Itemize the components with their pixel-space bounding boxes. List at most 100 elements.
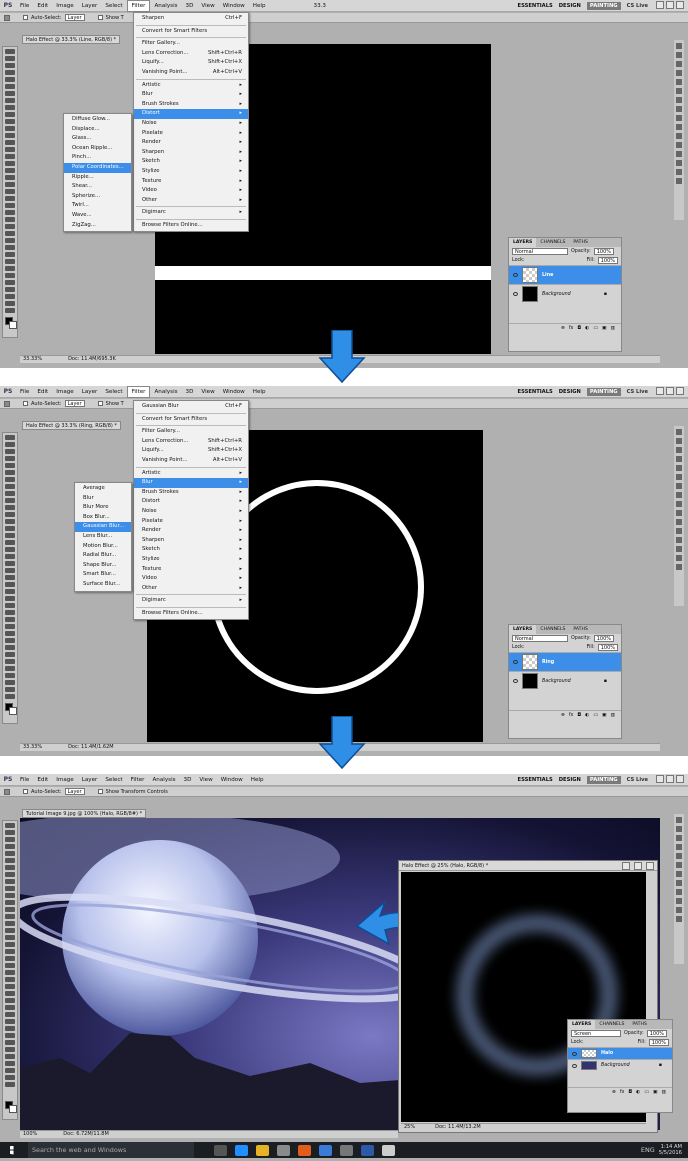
opacity-field[interactable]: 100% (646, 1030, 668, 1037)
tool-icon[interactable] (5, 252, 15, 257)
folder-icon[interactable]: ▭ (593, 711, 598, 719)
tool-icon[interactable] (5, 694, 15, 699)
workspace-essentials[interactable]: ESSENTIALS (518, 777, 553, 783)
auto-select-checkbox[interactable] (23, 401, 28, 406)
menu-item[interactable]: Sketch ▸ (134, 545, 248, 555)
panel-icon[interactable] (676, 456, 682, 462)
workspace-design[interactable]: DESIGN (559, 3, 581, 9)
menu-item[interactable]: Gaussian Blur Ctrl+F (134, 402, 248, 412)
tab-channels[interactable]: CHANNELS (536, 238, 569, 247)
tool-icon[interactable] (5, 1054, 15, 1059)
tool-icon[interactable] (5, 687, 15, 692)
tool-icon[interactable] (5, 631, 15, 636)
tool-icon[interactable] (5, 449, 15, 454)
trash-icon[interactable]: ▥ (610, 324, 615, 332)
move-tool-icon[interactable] (4, 788, 10, 795)
menu-file[interactable]: File (16, 774, 33, 786)
panel-icon[interactable] (676, 862, 682, 868)
document-tab[interactable]: Halo Effect @ 33.3% (Line, RGB/8) * (22, 35, 121, 44)
tool-icon[interactable] (5, 949, 15, 954)
cs-live[interactable]: CS Live (627, 777, 648, 783)
tool-icon[interactable] (5, 442, 15, 447)
tool-icon[interactable] (5, 77, 15, 82)
tool-icon[interactable] (5, 231, 15, 236)
workspace-essentials[interactable]: ESSENTIALS (518, 389, 553, 395)
panel-icon[interactable] (676, 889, 682, 895)
taskbar-app-icon[interactable] (319, 1144, 332, 1156)
tool-icon[interactable] (5, 610, 15, 615)
panel-icon[interactable] (676, 438, 682, 444)
close-icon[interactable] (646, 861, 654, 870)
menu-item[interactable]: Texture ▸ (134, 565, 248, 575)
menu-item[interactable]: Twirl... (64, 201, 131, 211)
tool-icon[interactable] (5, 147, 15, 152)
panel-icon[interactable] (676, 817, 682, 823)
opacity-field[interactable]: 100% (593, 635, 615, 642)
panel-icon[interactable] (676, 528, 682, 534)
menu-item[interactable]: Liquify... Shift+Ctrl+X (134, 446, 248, 456)
auto-select-dropdown[interactable]: Layer (64, 14, 85, 21)
tool-icon[interactable] (5, 140, 15, 145)
tool-icon[interactable] (5, 273, 15, 278)
tool-icon[interactable] (5, 470, 15, 475)
tool-icon[interactable] (5, 477, 15, 482)
menu-image[interactable]: Image (52, 0, 78, 12)
tool-icon[interactable] (5, 907, 15, 912)
tool-icon[interactable] (5, 308, 15, 313)
tool-icon[interactable] (5, 554, 15, 559)
fx-icon[interactable]: fx (569, 711, 574, 719)
tool-icon[interactable] (5, 963, 15, 968)
new-layer-icon[interactable]: ▣ (602, 324, 607, 332)
link-icon[interactable]: ⊕ (561, 711, 565, 719)
minimize-icon[interactable] (622, 861, 630, 870)
close-icon[interactable] (676, 386, 684, 395)
tool-icon[interactable] (5, 119, 15, 124)
tool-icon[interactable] (5, 526, 15, 531)
tab-paths[interactable]: PATHS (569, 238, 591, 247)
menu-layer[interactable]: Layer (78, 774, 102, 786)
tool-icon[interactable] (5, 984, 15, 989)
tool-icon[interactable] (5, 49, 15, 54)
close-icon[interactable] (676, 0, 684, 9)
menu-item[interactable]: Browse Filters Online... (134, 609, 248, 619)
panel-icon[interactable] (676, 70, 682, 76)
tool-icon[interactable] (5, 1033, 15, 1038)
panel-icon[interactable] (676, 151, 682, 157)
fill-field[interactable]: 100% (648, 1039, 669, 1046)
menu-filter[interactable]: Filter (126, 0, 151, 12)
tool-icon[interactable] (5, 168, 15, 173)
adjustment-icon[interactable]: ◐ (636, 1088, 640, 1096)
tool-icon[interactable] (5, 596, 15, 601)
tool-icon[interactable] (5, 196, 15, 201)
tab-channels[interactable]: CHANNELS (595, 1020, 628, 1029)
minimize-icon[interactable] (656, 0, 664, 9)
panel-icon[interactable] (676, 835, 682, 841)
menu-item[interactable]: Other ▸ (134, 584, 248, 594)
tool-icon[interactable] (5, 175, 15, 180)
show-transform-checkbox[interactable] (97, 15, 103, 20)
menu-item[interactable]: Distort ▸ (134, 497, 248, 507)
tool-icon[interactable] (5, 673, 15, 678)
menu-image[interactable]: Image (52, 386, 78, 398)
tool-icon[interactable] (5, 858, 15, 863)
tool-icon[interactable] (5, 624, 15, 629)
panel-icon[interactable] (676, 826, 682, 832)
tool-icon[interactable] (5, 977, 15, 982)
panel-icon[interactable] (676, 916, 682, 922)
tab-layers[interactable]: LAYERS (509, 625, 537, 634)
tool-icon[interactable] (5, 280, 15, 285)
layer-row-halo[interactable]: Halo (568, 1047, 672, 1059)
workspace-painting[interactable]: PAINTING (586, 387, 621, 396)
menu-item[interactable]: Shape Blur... (75, 561, 131, 571)
menu-item[interactable]: Convert for Smart Filters (134, 27, 248, 37)
tool-icon[interactable] (5, 928, 15, 933)
menu-item[interactable]: Liquify... Shift+Ctrl+X (134, 58, 248, 68)
tab-channels[interactable]: CHANNELS (536, 625, 569, 634)
new-layer-icon[interactable]: ▣ (653, 1088, 658, 1096)
tool-icon[interactable] (5, 1019, 15, 1024)
tool-icon[interactable] (5, 84, 15, 89)
menu-window[interactable]: Window (219, 386, 249, 398)
tool-icon[interactable] (5, 893, 15, 898)
tool-icon[interactable] (5, 189, 15, 194)
menu-item[interactable]: Spherize... (64, 192, 131, 202)
